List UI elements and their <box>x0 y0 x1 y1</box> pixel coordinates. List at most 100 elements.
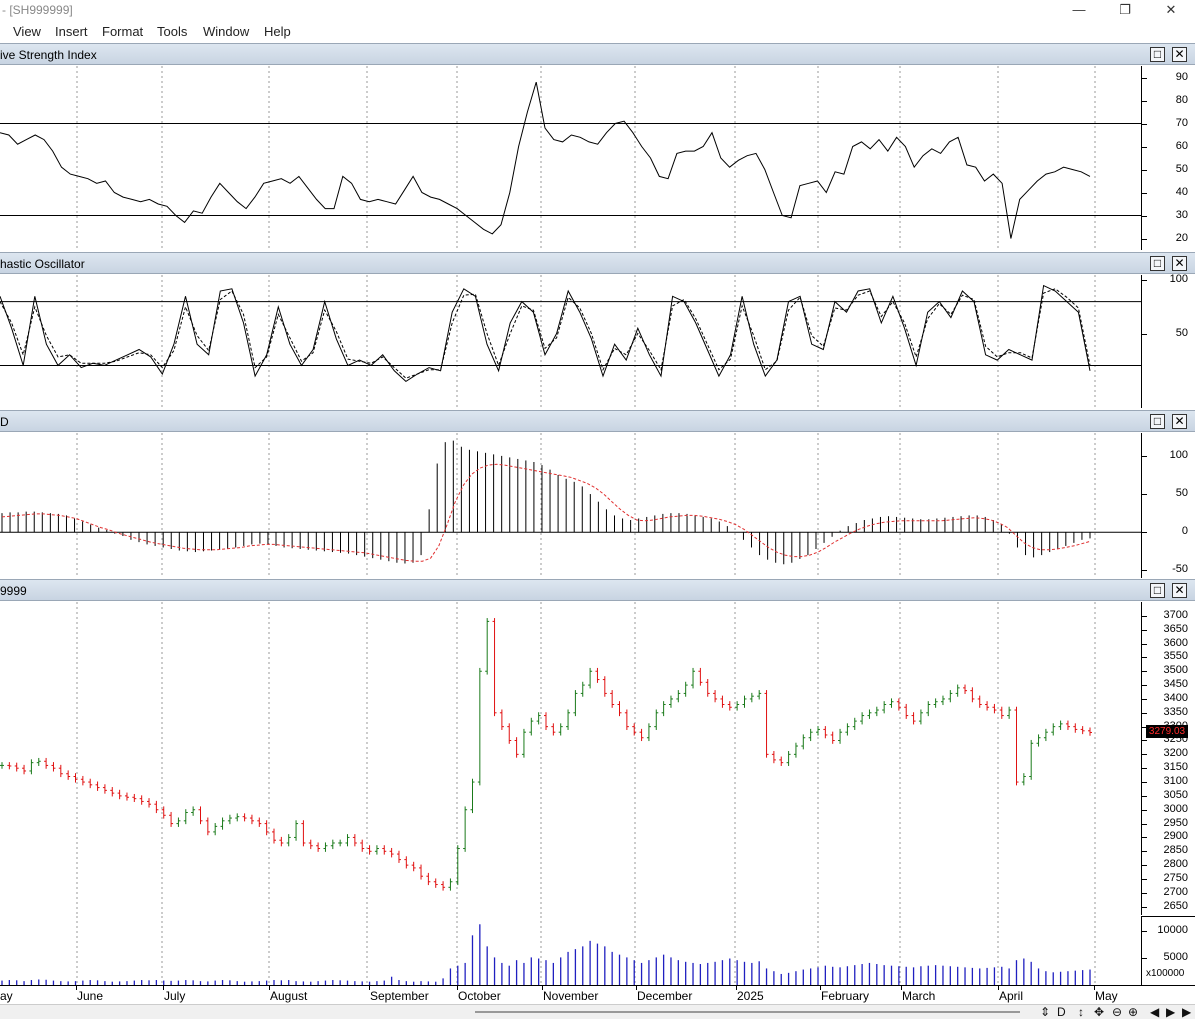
axis-tick-label: 3450 <box>1163 678 1188 691</box>
axis-tick-label: 3600 <box>1163 636 1188 649</box>
stoch-d-line <box>0 288 1091 379</box>
rsi-axis: 90 80 70 60 50 40 30 20 <box>1141 66 1195 250</box>
axis-tick-label: 3350 <box>1163 705 1188 718</box>
axis-tick <box>1142 698 1147 700</box>
axis-tick-label: 3650 <box>1163 622 1188 635</box>
scroll-vertical-icon[interactable]: ⇕ <box>1040 1005 1050 1019</box>
scroll-end-icon[interactable]: ▶ <box>1182 1005 1191 1019</box>
zoom-in-icon[interactable]: ⊕ <box>1128 1005 1138 1019</box>
time-axis-tick <box>542 986 543 990</box>
time-axis-tick <box>369 986 370 990</box>
axis-tick <box>1142 169 1147 171</box>
time-axis-label: ay <box>0 989 13 1003</box>
axis-tick-label: 40 <box>1175 185 1188 198</box>
macd-maximize-icon[interactable]: □ <box>1150 414 1165 429</box>
axis-tick <box>1142 532 1147 534</box>
menu-format[interactable]: Format <box>102 24 143 39</box>
axis-tick <box>1142 123 1147 125</box>
axis-tick <box>1142 740 1147 742</box>
last-price-badge: 3279.03 <box>1146 725 1188 738</box>
move-vertical-icon[interactable]: ↕ <box>1078 1005 1084 1019</box>
axis-tick-label: 3500 <box>1163 664 1188 677</box>
axis-tick <box>1142 77 1147 79</box>
close-icon[interactable]: ✕ <box>1148 0 1194 20</box>
move-all-icon[interactable]: ✥ <box>1094 1005 1104 1019</box>
rsi-close-icon[interactable]: ✕ <box>1172 47 1187 62</box>
time-axis-label: September <box>370 989 429 1003</box>
axis-tick-label: 3200 <box>1163 747 1188 760</box>
macd-close-icon[interactable]: ✕ <box>1172 414 1187 429</box>
rsi-chart <box>0 66 1141 250</box>
stoch-close-icon[interactable]: ✕ <box>1172 256 1187 271</box>
menu-help[interactable]: Help <box>264 24 291 39</box>
volume-multiplier: x100000 <box>1146 968 1185 979</box>
price-maximize-icon[interactable]: □ <box>1150 583 1165 598</box>
axis-tick-label: 2800 <box>1163 858 1188 871</box>
window-title: - [SH999999] <box>2 3 73 17</box>
time-axis: ay June July August September October November… <box>0 985 1195 1004</box>
rsi-panel-header: ive Strength Index □ ✕ <box>0 43 1195 65</box>
scroll-right-icon[interactable]: ▶ <box>1166 1005 1175 1019</box>
menu-tools[interactable]: Tools <box>157 24 187 39</box>
axis-tick <box>1142 795 1147 797</box>
time-axis-tick <box>76 986 77 990</box>
axis-tick <box>1142 671 1147 673</box>
status-bar[interactable]: D ⇕ ↕ ✥ ⊖ ⊕ ◀ ▶ ▶ <box>0 1004 1195 1019</box>
price-panel-header: 9999 □ ✕ <box>0 579 1195 601</box>
price-chart <box>0 602 1096 915</box>
time-axis-label: August <box>270 989 308 1003</box>
zoom-out-icon[interactable]: ⊖ <box>1112 1005 1122 1019</box>
axis-tick-label: 20 <box>1175 231 1188 244</box>
axis-tick <box>1142 100 1147 102</box>
axis-tick-label: 3100 <box>1163 775 1188 788</box>
axis-tick <box>1142 215 1147 217</box>
period-label[interactable]: D <box>1057 1005 1066 1019</box>
time-axis-tick <box>901 986 902 990</box>
axis-tick-label: 2900 <box>1163 830 1188 843</box>
rsi-panel-title: ive Strength Index <box>0 48 97 62</box>
time-axis-label: October <box>458 989 501 1003</box>
time-axis-label: June <box>77 989 104 1003</box>
scroll-left-icon[interactable]: ◀ <box>1150 1005 1159 1019</box>
axis-tick-label: 0 <box>1181 525 1188 538</box>
time-axis-tick <box>457 986 458 990</box>
axis-tick-label: 100 <box>1169 448 1188 461</box>
axis-tick <box>1142 865 1147 867</box>
time-axis-label: May <box>1095 989 1118 1003</box>
time-axis-tick <box>163 986 164 990</box>
axis-tick-label: 80 <box>1175 93 1188 106</box>
axis-tick-label: 70 <box>1175 116 1188 129</box>
time-axis-tick <box>998 986 999 990</box>
menu-view[interactable]: View <box>13 24 41 39</box>
axis-tick-label: 3550 <box>1163 650 1188 663</box>
price-panel-title: 9999 <box>0 584 27 598</box>
axis-tick-label: 100 <box>1169 273 1188 286</box>
axis-tick <box>1142 333 1147 335</box>
axis-tick-label: 3050 <box>1163 788 1188 801</box>
stoch-maximize-icon[interactable]: □ <box>1150 256 1165 271</box>
axis-tick-label: 3000 <box>1163 802 1188 815</box>
price-close-icon[interactable]: ✕ <box>1172 583 1187 598</box>
time-axis-label: April <box>999 989 1024 1003</box>
rsi-maximize-icon[interactable]: □ <box>1150 47 1165 62</box>
axis-tick <box>1142 192 1147 194</box>
axis-tick <box>1142 146 1147 148</box>
macd-chart <box>0 433 1141 578</box>
axis-tick-label: 3700 <box>1163 608 1188 621</box>
horizontal-scrollbar[interactable] <box>475 1011 1020 1013</box>
axis-tick-label: 50 <box>1175 487 1188 500</box>
macd-axis: 100 50 0 -50 <box>1141 433 1195 578</box>
axis-tick-label: 30 <box>1175 208 1188 221</box>
axis-tick-label: 3400 <box>1163 691 1188 704</box>
menu-insert[interactable]: Insert <box>55 24 88 39</box>
axis-tick <box>1142 809 1147 811</box>
axis-tick <box>1142 643 1147 645</box>
axis-tick <box>1142 615 1147 617</box>
axis-tick-label: 60 <box>1175 139 1188 152</box>
volume-chart <box>1 916 1096 985</box>
menu-window[interactable]: Window <box>203 24 249 39</box>
time-axis-tick <box>269 986 270 990</box>
axis-tick <box>1142 455 1147 457</box>
restore-icon[interactable]: ❐ <box>1102 0 1148 20</box>
minimize-icon[interactable]: — <box>1056 0 1102 20</box>
